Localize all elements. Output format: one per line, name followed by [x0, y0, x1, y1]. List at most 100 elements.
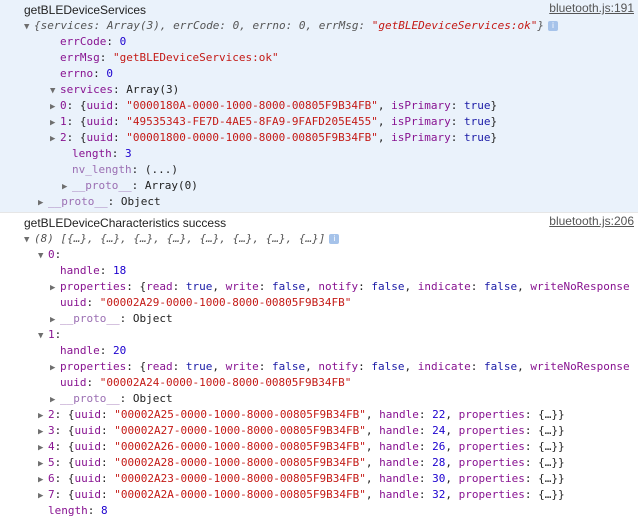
characteristic-item[interactable]: ▼ 1:: [0, 327, 638, 343]
uuid-value: "00002A2A-0000-1000-8000-00805F9B34FB": [114, 488, 366, 501]
expand-triangle-icon[interactable]: ▼: [24, 232, 34, 248]
service-index: 0: [60, 99, 67, 112]
prop-uuid: uuid: "00002A24-0000-1000-8000-00805F9B3…: [60, 376, 352, 389]
collapse-triangle-icon[interactable]: ▶: [38, 195, 48, 211]
service-primary: true: [464, 115, 491, 128]
prop-properties[interactable]: ▶ properties: {read: true, write: false, …: [0, 359, 638, 375]
array-summary[interactable]: ▼ (8) [{…}, {…}, {…}, {…}, {…}, {…}, {…},…: [0, 231, 638, 247]
log-message: getBLEDeviceServices: [24, 3, 147, 17]
handle-value: 32: [432, 488, 446, 501]
prop-handle: handle: 20: [60, 344, 127, 357]
characteristic-item[interactable]: ▶ 4: {uuid: "00002A26-0000-1000-8000-0080…: [0, 439, 638, 455]
object-summary[interactable]: ▼ {services: Array(3), errCode: 0, errno:…: [0, 18, 638, 34]
collapse-triangle-icon[interactable]: ▶: [38, 472, 48, 488]
collapse-triangle-icon[interactable]: ▶: [50, 312, 60, 328]
console-message-services: getBLEDeviceServices bluetooth.js:191 ▼{…: [0, 0, 638, 212]
prop-proto[interactable]: ▶ __proto__: Object: [0, 311, 638, 327]
uuid-value: "00002A26-0000-1000-8000-00805F9B34FB": [114, 440, 366, 453]
collapse-triangle-icon[interactable]: ▶: [50, 115, 60, 131]
source-link[interactable]: bluetooth.js:206: [549, 213, 634, 229]
prop-proto-object[interactable]: ▶ __proto__: Object: [0, 194, 638, 210]
prop-handle: handle: 18: [60, 264, 127, 277]
service-primary: true: [464, 99, 491, 112]
expanded-characteristics: ▼ 0: handle: 18 ▶ properties: {read: true, w…: [0, 247, 638, 407]
log-message: getBLEDeviceCharacteristics success: [24, 216, 227, 230]
handle-value: 28: [432, 456, 446, 469]
collapse-triangle-icon[interactable]: ▶: [38, 440, 48, 456]
service-uuid: "49535343-FE7D-4AE5-8FA9-9FAFD205E455": [126, 115, 378, 128]
proto-value: Object: [132, 312, 173, 325]
prop-services[interactable]: ▼ services: Array(3): [0, 82, 638, 98]
uuid-value: "00002A28-0000-1000-8000-00805F9B34FB": [114, 456, 366, 469]
prop-errmsg: errMsg: "getBLEDeviceServices:ok": [60, 51, 279, 64]
uuid-value: "00002A25-0000-1000-8000-00805F9B34FB": [114, 408, 366, 421]
uuid-value: "00002A29-0000-1000-8000-00805F9B34FB": [99, 296, 352, 309]
service-item[interactable]: ▶ 2: {uuid: "00001800-0000-1000-8000-0080…: [0, 130, 638, 146]
service-uuid: "0000180A-0000-1000-8000-00805F9B34FB": [126, 99, 378, 112]
service-index: 1: [60, 115, 67, 128]
characteristic-index: 6: [48, 472, 55, 485]
characteristic-item[interactable]: ▶ 7: {uuid: "00002A2A-0000-1000-8000-0080…: [0, 487, 638, 503]
prop-proto[interactable]: ▶ __proto__: Object: [0, 391, 638, 407]
expand-triangle-icon[interactable]: ▼: [24, 19, 34, 35]
characteristic-item[interactable]: ▶ 2: {uuid: "00002A25-0000-1000-8000-0080…: [0, 407, 638, 423]
characteristic-item[interactable]: ▼ 0:: [0, 247, 638, 263]
prop-errcode: errCode: 0: [60, 35, 127, 48]
characteristic-index: 1: [48, 328, 55, 341]
expand-triangle-icon[interactable]: ▼: [38, 328, 48, 344]
handle-value: 18: [113, 264, 127, 277]
service-item[interactable]: ▶ 1: {uuid: "49535343-FE7D-4AE5-8FA9-9FAF…: [0, 114, 638, 130]
characteristic-index: 7: [48, 488, 55, 501]
handle-value: 26: [432, 440, 446, 453]
collapsed-characteristics: ▶ 2: {uuid: "00002A25-0000-1000-8000-0080…: [0, 407, 638, 503]
collapse-triangle-icon[interactable]: ▶: [38, 488, 48, 504]
characteristic-item[interactable]: ▶ 3: {uuid: "00002A27-0000-1000-8000-0080…: [0, 423, 638, 439]
service-primary: true: [464, 131, 491, 144]
log-header: getBLEDeviceCharacteristics success blue…: [0, 213, 638, 231]
collapse-triangle-icon[interactable]: ▶: [50, 131, 60, 147]
uuid-value: "00002A27-0000-1000-8000-00805F9B34FB": [114, 424, 366, 437]
prop-errno: errno: 0: [60, 67, 113, 80]
service-index: 2: [60, 131, 67, 144]
prop-properties[interactable]: ▶ properties: {read: true, write: false, …: [0, 279, 638, 295]
characteristic-index: 4: [48, 440, 55, 453]
handle-value: 30: [432, 472, 446, 485]
handle-value: 20: [113, 344, 127, 357]
proto-value: Object: [132, 392, 173, 405]
collapse-triangle-icon[interactable]: ▶: [38, 424, 48, 440]
info-icon[interactable]: i: [329, 234, 340, 244]
collapse-triangle-icon[interactable]: ▶: [38, 456, 48, 472]
uuid-value: "00002A23-0000-1000-8000-00805F9B34FB": [114, 472, 366, 485]
characteristic-item[interactable]: ▶ 6: {uuid: "00002A23-0000-1000-8000-0080…: [0, 471, 638, 487]
characteristic-item[interactable]: ▶ 5: {uuid: "00002A28-0000-1000-8000-0080…: [0, 455, 638, 471]
prop-length: length: 3: [72, 147, 132, 160]
expand-triangle-icon[interactable]: ▼: [38, 248, 48, 264]
collapse-triangle-icon[interactable]: ▶: [62, 179, 72, 195]
collapse-triangle-icon[interactable]: ▶: [50, 99, 60, 115]
collapse-triangle-icon[interactable]: ▶: [50, 360, 60, 376]
service-item[interactable]: ▶ 0: {uuid: "0000180A-0000-1000-8000-0080…: [0, 98, 638, 114]
console-message-characteristics: getBLEDeviceCharacteristics success blue…: [0, 212, 638, 519]
service-uuid: "00001800-0000-1000-8000-00805F9B34FB": [126, 131, 378, 144]
expand-triangle-icon[interactable]: ▼: [50, 83, 60, 99]
devtools-console: getBLEDeviceServices bluetooth.js:191 ▼{…: [0, 0, 638, 519]
prop-nv-length[interactable]: nv_length: (...): [0, 162, 638, 178]
collapse-triangle-icon[interactable]: ▶: [50, 280, 60, 296]
properties-value: {read: true, write: false, notify: false…: [139, 280, 630, 293]
characteristic-index: 0: [48, 248, 55, 261]
prop-proto-array[interactable]: ▶ __proto__: Array(0): [0, 178, 638, 194]
characteristic-index: 2: [48, 408, 55, 421]
prop-uuid: uuid: "00002A29-0000-1000-8000-00805F9B3…: [60, 296, 352, 309]
collapse-triangle-icon[interactable]: ▶: [50, 392, 60, 408]
source-link[interactable]: bluetooth.js:191: [549, 0, 634, 16]
characteristic-index: 5: [48, 456, 55, 469]
collapse-triangle-icon[interactable]: ▶: [38, 408, 48, 424]
uuid-value: "00002A24-0000-1000-8000-00805F9B34FB": [99, 376, 352, 389]
log-header: getBLEDeviceServices bluetooth.js:191: [0, 0, 638, 18]
handle-value: 22: [432, 408, 446, 421]
characteristic-index: 3: [48, 424, 55, 437]
info-icon[interactable]: i: [547, 21, 558, 31]
services-list: ▶ 0: {uuid: "0000180A-0000-1000-8000-0080…: [0, 98, 638, 146]
handle-value: 24: [432, 424, 446, 437]
properties-value: {read: true, write: false, notify: false…: [139, 360, 630, 373]
